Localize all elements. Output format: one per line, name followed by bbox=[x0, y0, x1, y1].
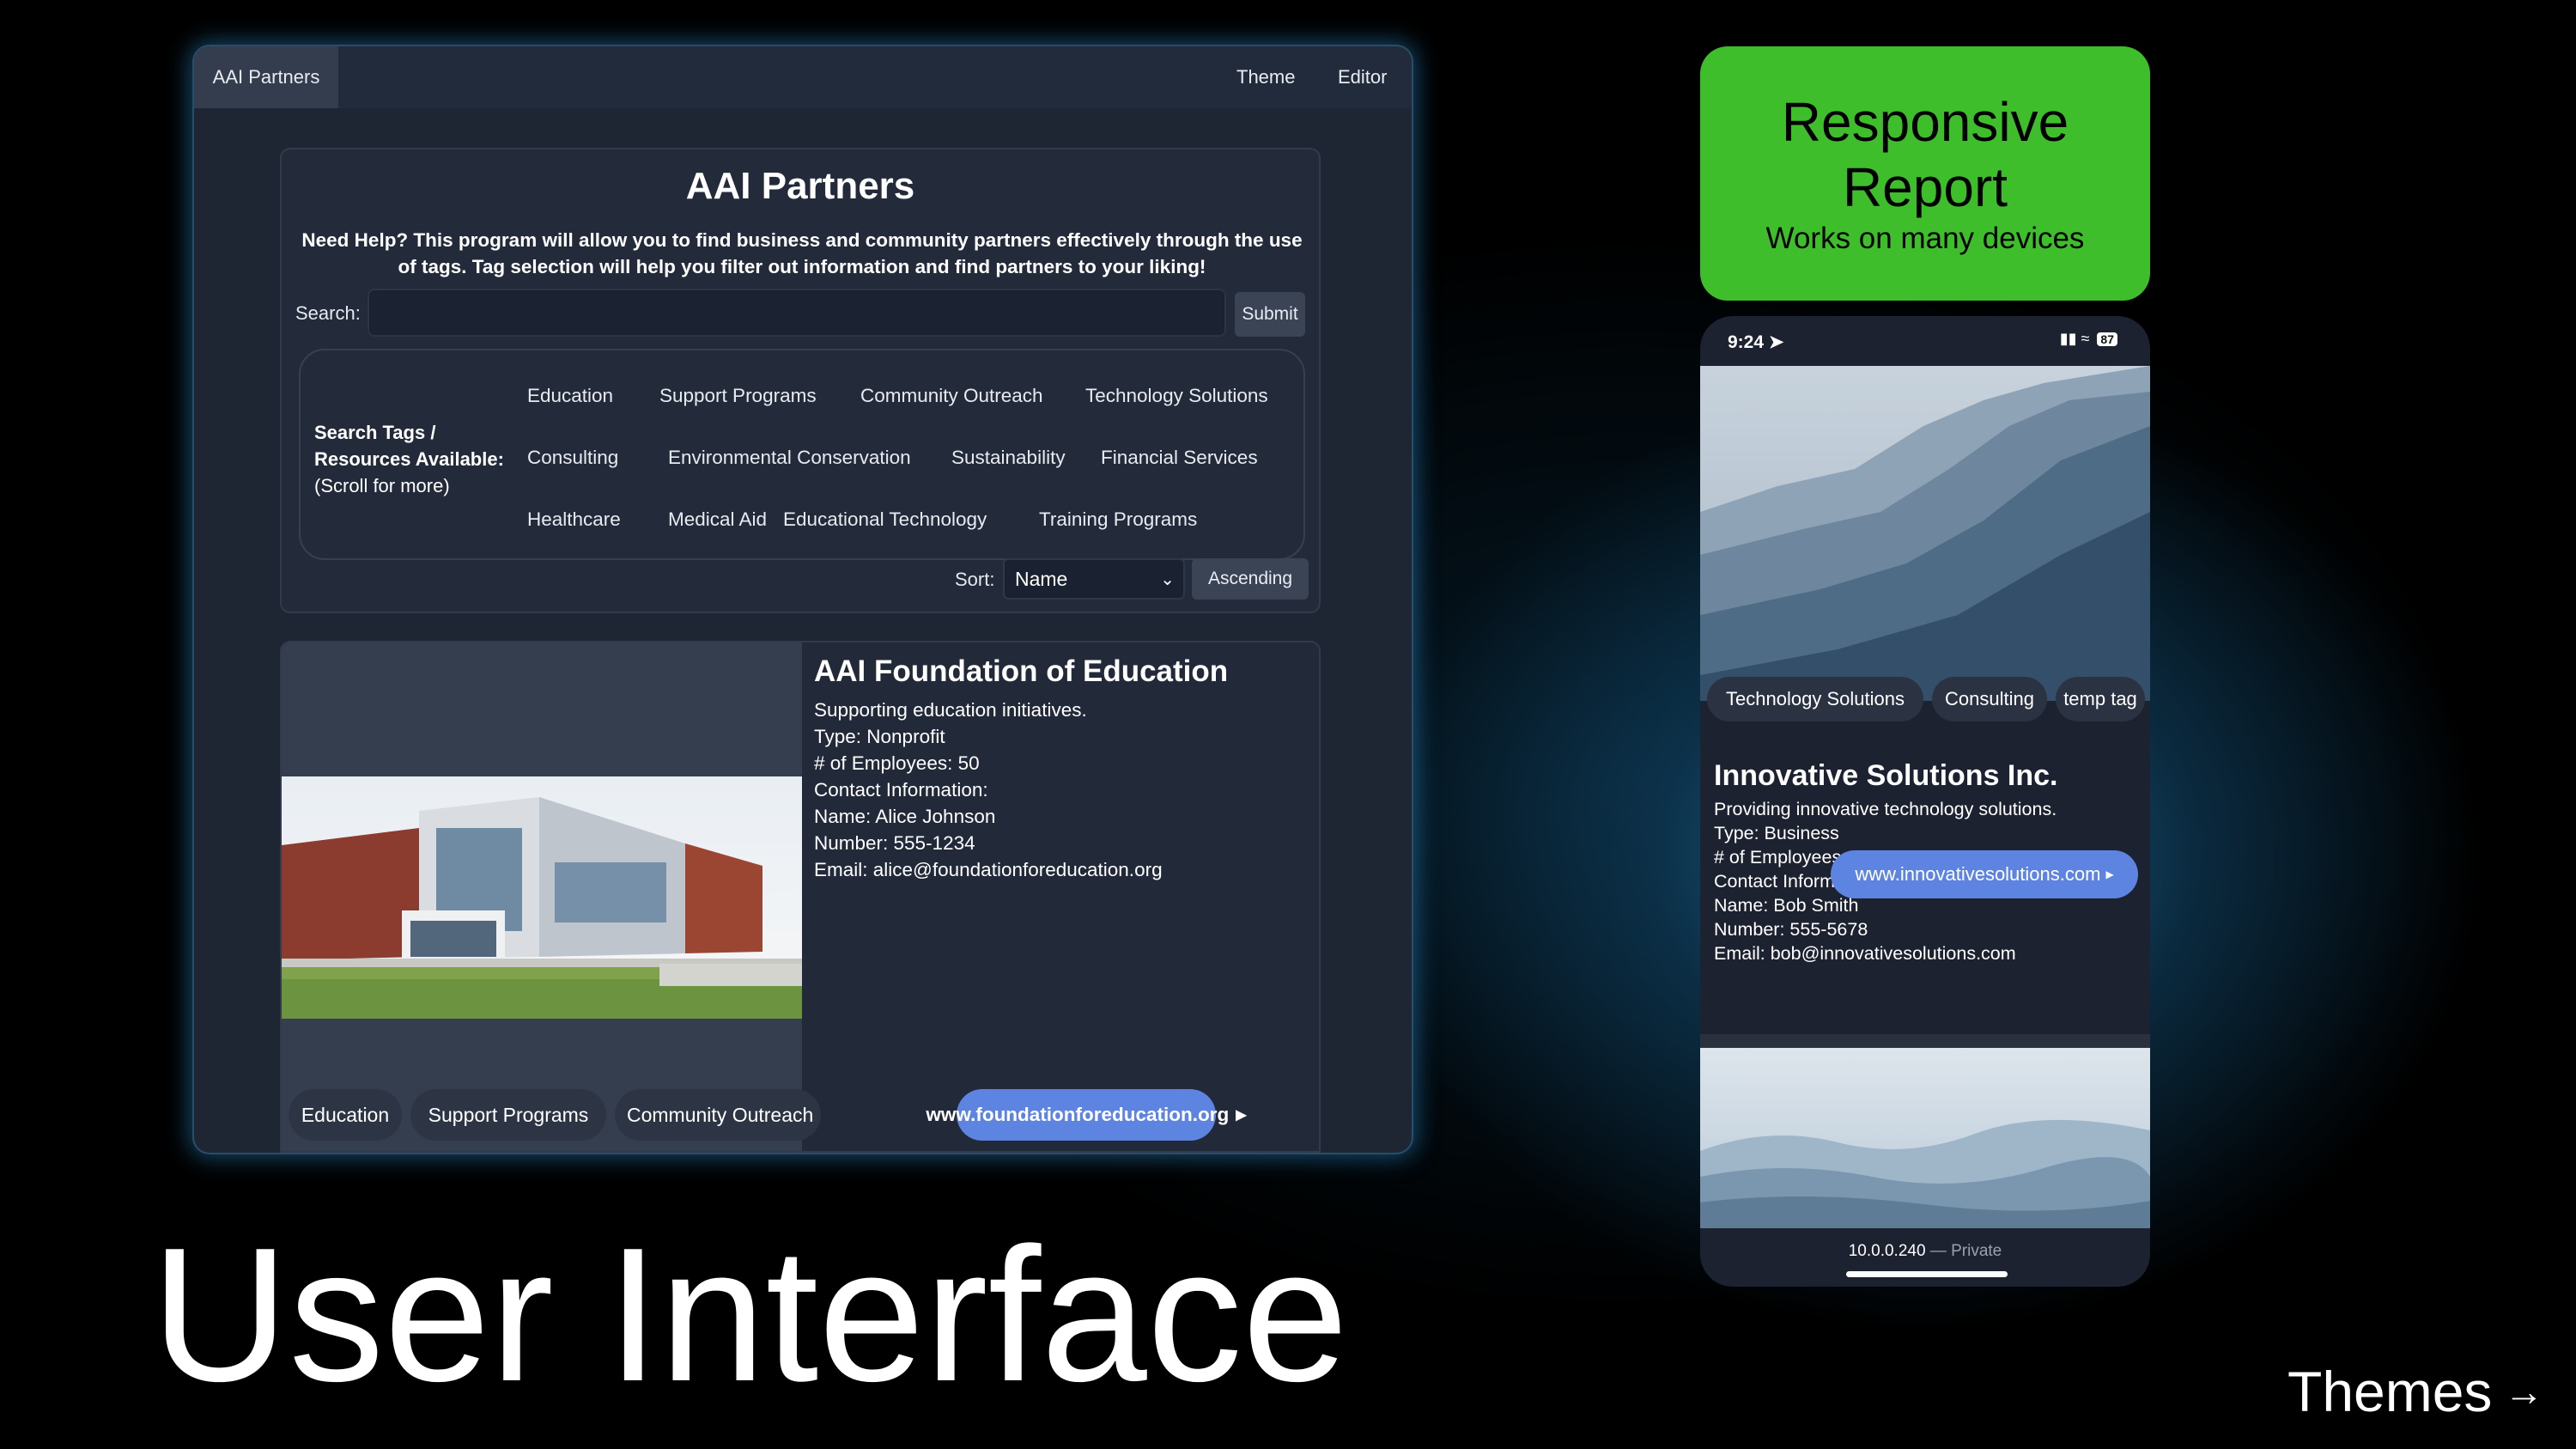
phone-url-suffix: — Private bbox=[1929, 1242, 2002, 1260]
card-type: Type: Nonprofit bbox=[814, 726, 945, 747]
tag-support-programs[interactable]: Support Programs bbox=[659, 385, 817, 407]
phone-website-label: www.innovativesolutions.com bbox=[1855, 863, 2101, 885]
card-contact-email: Email: alice@foundationforeducation.org bbox=[814, 859, 1163, 880]
next-slide-label: Themes bbox=[2287, 1360, 2493, 1423]
slide-caption: User Interface bbox=[151, 1209, 1349, 1422]
wifi-icon: ≈ bbox=[2081, 330, 2090, 347]
card-image-column: Education Support Programs Community Out… bbox=[282, 642, 821, 1151]
tags-box[interactable]: Search Tags / Resources Available: (Scro… bbox=[299, 349, 1305, 560]
phone-status-bar: 9:24 ➤ ▮▮ ≈ 87 bbox=[1700, 316, 2150, 366]
status-time-value: 9:24 bbox=[1728, 332, 1765, 352]
card-tag-support-programs[interactable]: Support Programs bbox=[410, 1089, 606, 1141]
card-contact-name: Name: Alice Johnson bbox=[814, 806, 996, 827]
phone-tag-consulting[interactable]: Consulting bbox=[1932, 677, 2047, 721]
arrow-right-icon: → bbox=[2504, 1369, 2544, 1414]
badge-subtitle: Works on many devices bbox=[1765, 222, 2085, 255]
phone-card-divider bbox=[1700, 1034, 2150, 1048]
status-icons: ▮▮ ≈ 87 bbox=[2060, 330, 2117, 348]
sort-order-button[interactable]: Ascending bbox=[1192, 558, 1309, 600]
card-tag-education[interactable]: Education bbox=[289, 1089, 402, 1141]
website-button[interactable]: www.foundationforeducation.org ▶ bbox=[926, 1089, 1247, 1141]
card-contact-heading: Contact Information: bbox=[814, 779, 988, 801]
partner-card: Education Support Programs Community Out… bbox=[280, 641, 1321, 1153]
website-button-label: www.foundationforeducation.org bbox=[926, 1104, 1230, 1125]
battery-icon: 87 bbox=[2097, 332, 2117, 346]
desktop-window: AAI Partners Theme Editor AAI Partners N… bbox=[194, 46, 1412, 1153]
tag-sustainability[interactable]: Sustainability bbox=[951, 447, 1066, 469]
tags-heading-subtitle: Resources Available: bbox=[314, 448, 504, 470]
sort-label: Sort: bbox=[955, 569, 995, 590]
search-panel: AAI Partners Need Help? This program wil… bbox=[280, 148, 1321, 613]
help-text-line: Need Help? This program will allow you t… bbox=[301, 229, 1303, 251]
card-contact-number: Number: 555-1234 bbox=[814, 832, 975, 854]
phone-tag-temp-tag[interactable]: temp tag bbox=[2056, 677, 2145, 721]
status-time: 9:24 ➤ bbox=[1728, 332, 1783, 353]
phone-tag-technology-solutions[interactable]: Technology Solutions bbox=[1707, 677, 1923, 721]
chevron-down-icon: ⌄ bbox=[1160, 570, 1175, 589]
tags-heading: Search Tags / Resources Available: (Scro… bbox=[314, 419, 520, 499]
badge-title-line: Responsive bbox=[1781, 91, 2069, 153]
next-slide-link[interactable]: Themes → bbox=[2287, 1359, 2543, 1424]
phone-card-description: Providing innovative technology solution… bbox=[1714, 799, 2057, 819]
phone-card-contact-number: Number: 555-5678 bbox=[1714, 919, 1868, 940]
tag-medical-aid[interactable]: Medical Aid bbox=[668, 508, 767, 531]
responsive-badge: Responsive Report Works on many devices bbox=[1700, 46, 2150, 301]
location-arrow-icon: ➤ bbox=[1768, 332, 1784, 352]
page-title: AAI Partners bbox=[685, 165, 915, 207]
tags-scroll-hint: (Scroll for more) bbox=[314, 475, 450, 496]
tag-technology-solutions[interactable]: Technology Solutions bbox=[1085, 385, 1268, 407]
navbar-brand[interactable]: AAI Partners bbox=[194, 46, 338, 108]
card-description: Supporting education initiatives. bbox=[814, 699, 1087, 721]
tags-heading-title: Search Tags / bbox=[314, 422, 436, 443]
card-employees: # of Employees: 50 bbox=[814, 752, 980, 774]
home-indicator bbox=[1846, 1271, 2008, 1277]
play-arrow-icon: ▶ bbox=[2105, 868, 2114, 880]
sort-select-value: Name bbox=[1015, 567, 1068, 590]
badge-title-line: Report bbox=[1842, 156, 2008, 218]
tag-educational-technology[interactable]: Educational Technology bbox=[783, 508, 987, 531]
phone-url: 10.0.0.240 bbox=[1848, 1242, 1926, 1260]
card-title: AAI Foundation of Education bbox=[814, 654, 1229, 688]
search-input[interactable] bbox=[368, 289, 1226, 337]
search-label: Search: bbox=[295, 302, 361, 324]
phone-url-bar[interactable]: 10.0.0.240 — Private bbox=[1700, 1242, 2150, 1261]
tag-healthcare[interactable]: Healthcare bbox=[527, 508, 621, 531]
help-text-line: of tags. Tag selection will help you fil… bbox=[398, 256, 1206, 277]
phone-website-button[interactable]: www.innovativesolutions.com ▶ bbox=[1831, 850, 2138, 898]
sort-select[interactable]: Name ⌄ bbox=[1003, 558, 1185, 600]
help-text: Need Help? This program will allow you t… bbox=[297, 227, 1307, 280]
signal-icon: ▮▮ bbox=[2059, 330, 2077, 347]
phone-card-title: Innovative Solutions Inc. bbox=[1714, 759, 2058, 792]
card-tag-community-outreach[interactable]: Community Outreach bbox=[615, 1089, 821, 1141]
tag-environmental-conservation[interactable]: Environmental Conservation bbox=[668, 447, 911, 469]
nav-theme-link[interactable]: Theme bbox=[1236, 46, 1295, 108]
tag-financial-services[interactable]: Financial Services bbox=[1101, 447, 1258, 469]
cloud-mountain-photo bbox=[1700, 1048, 2150, 1228]
tag-education[interactable]: Education bbox=[527, 385, 613, 407]
tag-consulting[interactable]: Consulting bbox=[527, 447, 618, 469]
tag-community-outreach[interactable]: Community Outreach bbox=[860, 385, 1043, 407]
phone-screenshot: 9:24 ➤ ▮▮ ≈ 87 Technology Solutions Cons… bbox=[1700, 316, 2150, 1287]
tag-training-programs[interactable]: Training Programs bbox=[1039, 508, 1197, 531]
phone-card-type: Type: Business bbox=[1714, 823, 1839, 843]
building-photo bbox=[282, 776, 802, 1019]
nav-editor-link[interactable]: Editor bbox=[1338, 46, 1387, 108]
mountain-photo bbox=[1700, 366, 2150, 701]
submit-button[interactable]: Submit bbox=[1235, 292, 1305, 337]
badge-title: Responsive Report bbox=[1700, 89, 2150, 220]
phone-card-contact-email: Email: bob@innovativesolutions.com bbox=[1714, 943, 2016, 964]
phone-card-contact-name: Name: Bob Smith bbox=[1714, 895, 1859, 916]
play-arrow-icon: ▶ bbox=[1236, 1108, 1247, 1123]
navbar: AAI Partners Theme Editor bbox=[194, 46, 1412, 108]
